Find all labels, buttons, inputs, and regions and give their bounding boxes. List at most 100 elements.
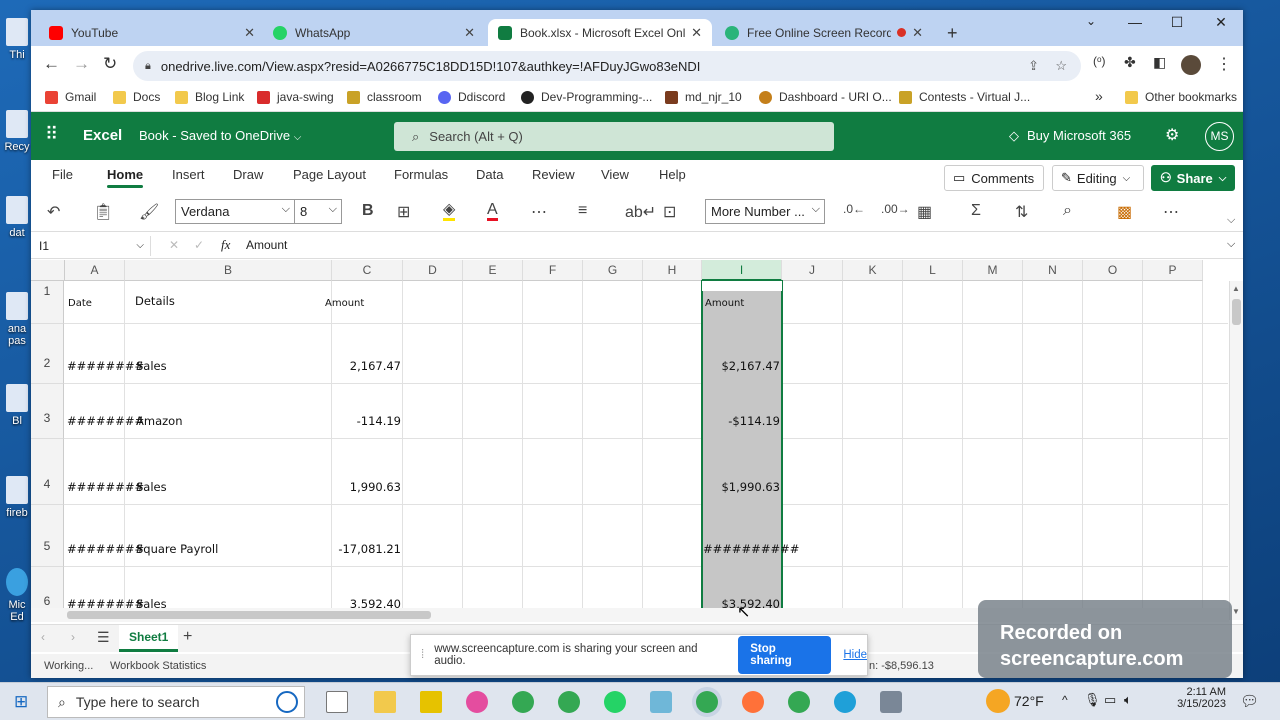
bookmark-discord[interactable]: Ddiscord <box>438 90 505 104</box>
column-header[interactable]: G <box>583 260 643 281</box>
scroll-thumb[interactable] <box>67 611 431 619</box>
extensions-puzzle-icon[interactable]: ✤ <box>1124 54 1136 71</box>
column-header[interactable]: H <box>643 260 702 281</box>
font-size-select[interactable]: 8 ⌵ <box>294 199 342 224</box>
sheet-tab-sheet1[interactable]: Sheet1 <box>119 625 179 652</box>
number-format-select[interactable]: More Number ... ⌵ <box>705 199 825 224</box>
chrome-icon[interactable] <box>558 691 580 713</box>
cell-date[interactable]: ######## <box>67 542 144 556</box>
extension-icon[interactable]: (ᵒ) <box>1093 54 1106 68</box>
bookmark-blog-link[interactable]: Blog Link <box>175 90 244 104</box>
cell-b-header[interactable]: Details <box>135 294 330 308</box>
tab-whatsapp[interactable]: WhatsApp ✕ <box>263 19 485 46</box>
column-header[interactable]: J <box>782 260 843 281</box>
prev-sheet-icon[interactable]: ‹ <box>41 630 45 644</box>
battery-icon[interactable]: ▭ <box>1104 692 1116 708</box>
close-tab-icon[interactable]: ✕ <box>912 25 923 41</box>
formula-input[interactable]: Amount <box>246 238 287 252</box>
cell-details[interactable]: Sales <box>136 480 331 494</box>
document-title[interactable]: Book - Saved to OneDrive ⌵ <box>139 128 301 143</box>
cell-amount-currency[interactable]: ########## <box>703 542 799 556</box>
format-painter-icon[interactable]: 🖌︎ <box>139 202 159 222</box>
bookmark-classroom[interactable]: classroom <box>347 90 422 104</box>
font-color-icon[interactable]: A <box>487 202 498 221</box>
tab-draw[interactable]: Draw <box>233 167 263 182</box>
cell-amount[interactable]: -17,081.21 <box>333 542 401 556</box>
side-panel-icon[interactable]: ◧ <box>1153 54 1166 71</box>
add-sheet-button[interactable]: + <box>183 628 192 646</box>
app-launcher-icon[interactable]: ⠿ <box>45 124 58 145</box>
scroll-down-icon[interactable]: ▼ <box>1232 607 1240 616</box>
tab-insert[interactable]: Insert <box>172 167 205 182</box>
cell-details[interactable]: Amazon <box>136 414 331 428</box>
speaker-muted-icon[interactable]: 🔈︎ <box>1124 692 1132 708</box>
bookmark-star-icon[interactable]: ☆ <box>1055 58 1067 74</box>
more-options-icon[interactable]: ⋯ <box>531 202 547 222</box>
clock[interactable]: 2:11 AM 3/15/2023 <box>1170 686 1226 710</box>
settings-gear-icon[interactable]: ⚙ <box>1165 125 1179 145</box>
tab-home[interactable]: Home <box>107 167 144 188</box>
drag-handle-icon[interactable]: ⁞ <box>421 649 424 661</box>
edge-icon[interactable] <box>834 691 856 713</box>
font-family-select[interactable]: Verdana ⌵ <box>175 199 295 224</box>
merge-cells-icon[interactable]: ⊡ <box>663 202 676 222</box>
column-header[interactable]: P <box>1143 260 1203 281</box>
align-icon[interactable]: ≡ <box>578 202 587 220</box>
bookmark-md-njr[interactable]: md_njr_10 <box>665 90 742 104</box>
hide-link[interactable]: Hide <box>843 649 867 661</box>
row-header[interactable]: 4 <box>31 439 64 505</box>
row-header[interactable]: 2 <box>31 324 64 384</box>
cell-amount[interactable]: 2,167.47 <box>333 359 401 373</box>
column-header[interactable]: F <box>523 260 583 281</box>
recycle-bin-icon[interactable]: Recy <box>0 110 34 153</box>
column-header[interactable]: O <box>1083 260 1143 281</box>
cell-amount-currency[interactable]: $2,167.47 <box>703 359 780 373</box>
cell-i-header[interactable]: Amount <box>705 298 781 309</box>
snipping-icon[interactable] <box>466 691 488 713</box>
bookmark-java-swing[interactable]: java-swing <box>257 90 334 104</box>
close-tab-icon[interactable]: ✕ <box>244 25 255 41</box>
player-icon[interactable] <box>420 691 442 713</box>
scroll-thumb[interactable] <box>1232 299 1241 325</box>
whatsapp-icon[interactable] <box>604 691 626 713</box>
share-button[interactable]: ⚇ Share ⌵ <box>1151 165 1235 191</box>
scroll-up-icon[interactable]: ▲ <box>1232 284 1240 293</box>
cell-amount-currency[interactable]: $1,990.63 <box>703 480 780 494</box>
styles-icon[interactable]: ▩ <box>1117 202 1132 222</box>
bold-icon[interactable]: B <box>362 202 374 220</box>
tab-youtube[interactable]: YouTube ✕ <box>39 19 265 46</box>
notifications-icon[interactable]: 💬︎ <box>1240 692 1259 710</box>
maximize-icon[interactable]: ☐ <box>1157 14 1197 31</box>
comments-button[interactable]: ▭ Comments <box>944 165 1044 191</box>
expand-formula-icon[interactable]: ⌵ <box>1227 238 1235 251</box>
share-page-icon[interactable]: ⇪ <box>1028 58 1039 74</box>
decrease-decimal-icon[interactable]: .00→ <box>881 202 910 216</box>
column-header[interactable]: A <box>65 260 125 281</box>
cell-date[interactable]: ######## <box>67 359 144 373</box>
cell-details[interactable]: Sales <box>136 359 331 373</box>
expand-ribbon-icon[interactable]: ⌵ <box>1227 214 1235 227</box>
cell-amount[interactable]: -114.19 <box>333 414 401 428</box>
chrome-active-icon[interactable] <box>696 691 718 713</box>
column-header[interactable]: M <box>963 260 1023 281</box>
weather-temp[interactable]: 72°F <box>1014 693 1044 709</box>
back-icon[interactable]: ← <box>43 54 60 74</box>
profile-avatar[interactable] <box>1181 55 1201 75</box>
find-search-icon[interactable]: ⌕ <box>1063 202 1072 220</box>
desktop-icon[interactable]: fireb <box>0 476 34 519</box>
tab-file[interactable]: File <box>52 167 73 182</box>
more-bookmarks-icon[interactable]: » <box>1095 88 1103 104</box>
buy-microsoft-365[interactable]: ◇ Buy Microsoft 365 <box>1009 128 1131 144</box>
reload-icon[interactable]: ↻ <box>103 54 117 74</box>
wrap-text-icon[interactable]: ab↵ <box>625 202 656 222</box>
close-window-icon[interactable]: ✕ <box>1201 14 1241 31</box>
tab-view[interactable]: View <box>601 167 629 182</box>
sum-readout[interactable]: n: -$8,596.13 <box>869 660 934 672</box>
tab-excel[interactable]: Book.xlsx - Microsoft Excel Online ✕ <box>488 19 712 46</box>
row-header[interactable]: 3 <box>31 384 64 439</box>
chrome-icon[interactable] <box>512 691 534 713</box>
cell-c-header[interactable]: Amount <box>325 298 401 309</box>
close-tab-icon[interactable]: ✕ <box>464 25 475 41</box>
cell-amount-currency[interactable]: -$114.19 <box>703 414 780 428</box>
vertical-scrollbar[interactable]: ▲ ▼ <box>1229 281 1243 620</box>
